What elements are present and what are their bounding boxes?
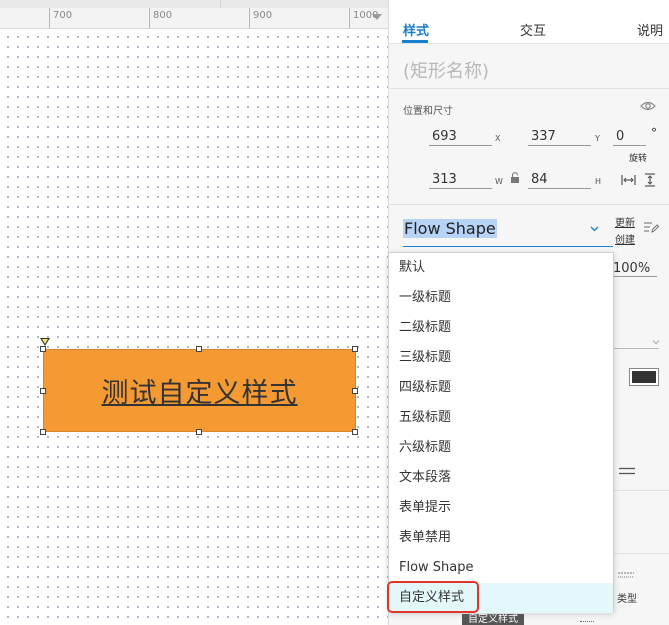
dropdown-item-h3[interactable]: 三级标题 [389, 343, 613, 373]
y-unit-label: Y [595, 134, 600, 143]
shape-name-input[interactable]: (矩形名称) [403, 57, 489, 83]
select-underline [613, 348, 659, 349]
top-toolbar-strip [0, 0, 388, 8]
toolbar-divider [220, 0, 221, 8]
resize-handle-right[interactable] [352, 388, 358, 394]
text-color-swatch[interactable] [629, 368, 659, 386]
height-field[interactable]: 84 [528, 171, 591, 189]
highlight-annotation-box [387, 581, 479, 613]
ruler-tick [349, 8, 350, 28]
tab-interaction[interactable]: 交互 [520, 20, 546, 39]
dotted-separator [580, 621, 594, 623]
degree-symbol: ° [651, 126, 657, 140]
style-dropdown-menu: 默认 一级标题 二级标题 三级标题 四级标题 五级标题 六级标题 文本段落 表单… [388, 252, 614, 613]
shape-text: 测试自定义样式 [101, 378, 298, 409]
edit-style-icon[interactable] [643, 220, 659, 234]
ruler-tick [49, 8, 50, 28]
active-tab-indicator [402, 40, 428, 43]
tab-notes[interactable]: 说明 [637, 20, 663, 39]
width-field[interactable]: 313 [429, 171, 492, 189]
ruler-tick [149, 8, 150, 28]
dropdown-item-h5[interactable]: 五级标题 [389, 403, 613, 433]
style-select-value: Flow Shape [403, 219, 497, 238]
rotation-field[interactable]: 0 [613, 128, 646, 146]
dropdown-item-default[interactable]: 默认 [389, 253, 613, 283]
style-select[interactable]: Flow Shape [403, 217, 613, 247]
dropdown-item-paragraph[interactable]: 文本段落 [389, 463, 613, 493]
dropdown-item-h4[interactable]: 四级标题 [389, 373, 613, 403]
dropdown-item-form-disabled[interactable]: 表单禁用 [389, 523, 613, 553]
create-style-link[interactable]: 创建 [615, 231, 635, 246]
dot-grid [0, 29, 388, 625]
line-spacing-icon[interactable] [619, 467, 635, 475]
dropdown-item-flow-shape[interactable]: Flow Shape [389, 553, 613, 583]
y-field[interactable]: 337 [528, 128, 591, 146]
opacity-field[interactable]: 100% [613, 261, 657, 277]
unlock-icon[interactable] [510, 172, 520, 184]
w-unit-label: W [495, 177, 503, 186]
chevron-down-icon[interactable] [652, 338, 660, 346]
resize-handle-top-right[interactable] [352, 346, 358, 352]
rotation-anchor-icon[interactable] [40, 338, 50, 346]
resize-handle-bottom-right[interactable] [352, 429, 358, 435]
ruler-label-800: 800 [153, 10, 173, 21]
position-size-label: 位置和尺寸 [403, 106, 453, 117]
resize-handle-left[interactable] [40, 388, 46, 394]
resize-handle-bottom[interactable] [196, 429, 202, 435]
color-fill [632, 371, 656, 383]
horizontal-ruler: 700 800 900 1000 [0, 8, 388, 29]
ruler-label-700: 700 [53, 10, 73, 21]
inspector-tabs: 样式 交互 说明 [389, 0, 669, 44]
resize-handle-top-left[interactable] [40, 346, 46, 352]
resize-handle-top[interactable] [196, 346, 202, 352]
canvas-area[interactable]: 700 800 900 1000 [0, 0, 388, 625]
rotation-label: 旋转 [629, 154, 648, 164]
fit-height-icon[interactable] [644, 173, 656, 187]
update-style-link[interactable]: 更新 [615, 214, 635, 229]
x-unit-label: X [495, 134, 501, 143]
ruler-label-900: 900 [253, 10, 273, 21]
resize-handle-bottom-left[interactable] [40, 429, 46, 435]
dropdown-item-h2[interactable]: 二级标题 [389, 313, 613, 343]
tab-style[interactable]: 样式 [403, 20, 429, 39]
section-divider [389, 204, 669, 205]
selected-rectangle-shape[interactable]: 测试自定义样式 [43, 349, 356, 432]
border-type-icon[interactable] [618, 571, 634, 581]
x-field[interactable]: 693 [429, 128, 492, 146]
chevron-down-icon[interactable] [590, 224, 599, 233]
tooltip: 自定义样式 [462, 614, 524, 625]
fit-width-icon[interactable] [621, 174, 636, 186]
dropdown-item-form-hint[interactable]: 表单提示 [389, 493, 613, 523]
border-type-label: 类型 [617, 594, 637, 605]
dropdown-item-h6[interactable]: 六级标题 [389, 433, 613, 463]
ruler-tick [249, 8, 250, 28]
dropdown-item-h1[interactable]: 一级标题 [389, 283, 613, 313]
section-divider [389, 88, 669, 89]
h-unit-label: H [595, 177, 602, 186]
eye-icon[interactable] [640, 100, 656, 112]
scroll-down-arrow-icon[interactable] [372, 14, 382, 20]
